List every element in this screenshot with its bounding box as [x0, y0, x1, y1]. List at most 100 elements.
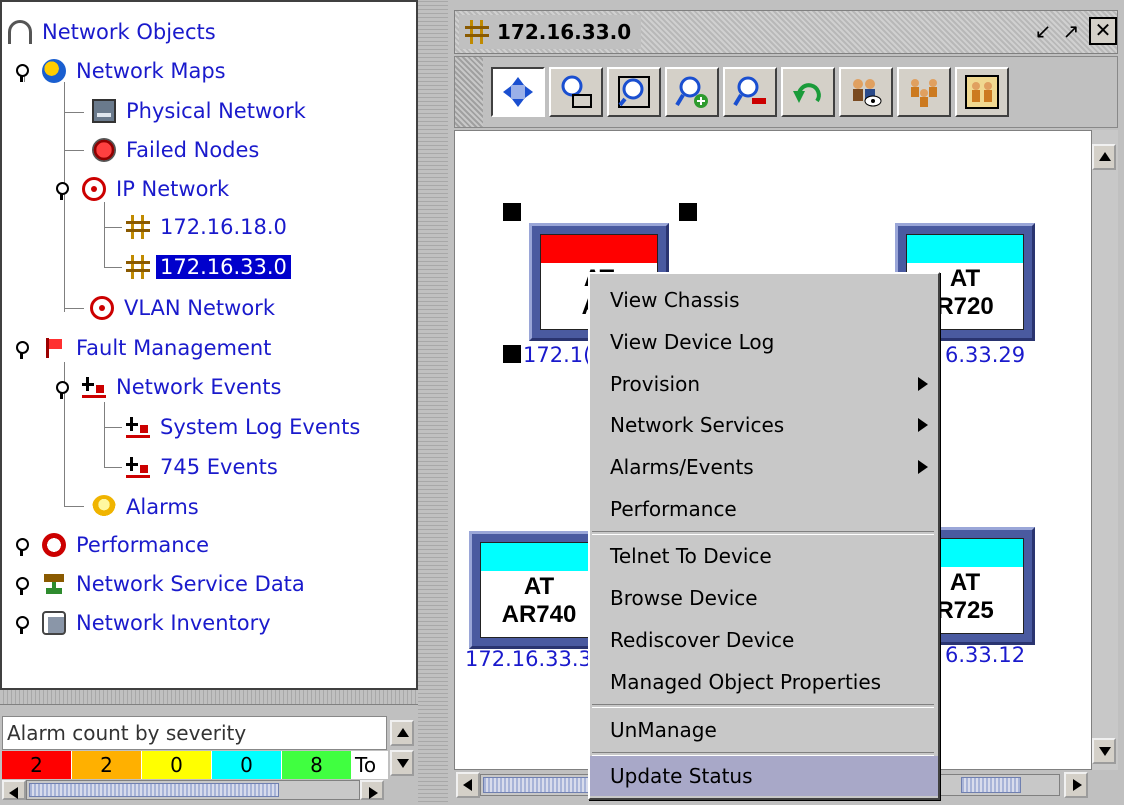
severity-minor-count: 0 [142, 751, 212, 779]
node-ip-label[interactable]: 6.33.29 [945, 343, 1025, 367]
flag-icon [42, 336, 66, 360]
tree-item-physical-network[interactable]: Physical Network [92, 94, 310, 128]
stopwatch-icon [42, 533, 66, 557]
minimize-icon[interactable]: ↙ [1029, 17, 1057, 45]
zoom-in-button[interactable] [665, 67, 719, 117]
scroll-up-button[interactable] [390, 720, 414, 746]
collapse-toggle-icon[interactable] [14, 339, 30, 359]
menu-item-label: Telnet To Device [610, 544, 772, 568]
view-users-button[interactable] [839, 67, 893, 117]
selection-handle[interactable] [503, 203, 521, 221]
scroll-left-button[interactable] [2, 780, 26, 800]
scroll-up-button[interactable] [1092, 144, 1116, 170]
tree-item-ip-network[interactable]: IP Network [82, 172, 233, 206]
tree-item-network-inventory[interactable]: Network Inventory [42, 606, 275, 640]
severity-clear-count: 8 [282, 751, 352, 779]
menu-item-label: Network Services [610, 413, 785, 437]
collapse-toggle-icon[interactable] [14, 62, 30, 82]
menu-item-alarms-events[interactable]: Alarms/Events [590, 447, 938, 487]
tree-item-network-maps[interactable]: Network Maps [42, 54, 230, 88]
menu-item-performance[interactable]: Performance [590, 489, 938, 529]
submenu-arrow-icon [918, 460, 928, 474]
group-button[interactable] [897, 67, 951, 117]
scroll-right-button[interactable] [1064, 772, 1088, 798]
tree-item-failed-nodes[interactable]: Failed Nodes [92, 133, 263, 167]
events-icon [126, 455, 150, 479]
network-service-icon [42, 572, 66, 596]
undo-icon [793, 83, 821, 103]
tree-item-745-events[interactable]: 745 Events [126, 450, 282, 484]
map-titlebar[interactable]: 172.16.33.0 ↙ ↗ ✕ [454, 10, 1118, 54]
node-ip-label[interactable]: 172.1( [523, 343, 591, 367]
move-button[interactable] [491, 67, 545, 117]
scroll-right-button[interactable] [360, 780, 384, 800]
split-pane-divider[interactable] [418, 0, 448, 805]
network-tree[interactable]: Network Objects Network Maps Physical Ne… [0, 0, 418, 690]
menu-item-view-chassis[interactable]: View Chassis [590, 280, 938, 320]
zoom-out-button[interactable] [723, 67, 777, 117]
tree-item-network-events[interactable]: Network Events [82, 370, 285, 404]
menu-item-managed-object-properties[interactable]: Managed Object Properties [590, 662, 938, 702]
scroll-down-button[interactable] [1092, 738, 1116, 764]
panel-splitter[interactable] [0, 690, 418, 705]
scroll-thumb[interactable] [483, 777, 593, 793]
scroll-left-button[interactable] [456, 772, 480, 798]
tree-item-label: Network Maps [76, 59, 226, 83]
undo-button[interactable] [781, 67, 835, 117]
tree-item-label: Network Events [116, 375, 282, 399]
menu-item-label: Alarms/Events [610, 455, 754, 479]
toolbar-grip[interactable] [455, 57, 483, 127]
selection-handle[interactable] [679, 203, 697, 221]
expand-toggle-icon[interactable] [14, 575, 30, 595]
view-users-icon [853, 79, 882, 107]
tree-item-subnet-172-16-33-0[interactable]: 172.16.33.0 [126, 250, 291, 284]
alarm-bulb-icon [92, 495, 116, 519]
zoom-fit-button[interactable] [549, 67, 603, 117]
title-group: 172.16.33.0 [459, 15, 642, 49]
submenu-arrow-icon [918, 418, 928, 432]
tree-item-fault-management[interactable]: Fault Management [42, 331, 275, 365]
subnet-icon [126, 255, 150, 279]
menu-item-unmanage[interactable]: UnManage [590, 710, 938, 750]
menu-item-update-status[interactable]: Update Status [590, 756, 938, 796]
menu-item-rediscover-device[interactable]: Rediscover Device [590, 620, 938, 660]
zoom-area-button[interactable] [607, 67, 661, 117]
close-icon[interactable]: ✕ [1089, 17, 1117, 45]
device-context-menu: View Chassis View Device Log Provision N… [588, 272, 940, 800]
node-ip-label[interactable]: 172.16.33.3 [465, 647, 592, 671]
alarm-count-panel: Alarm count by severity 2 2 0 0 8 To [2, 706, 416, 801]
collapse-toggle-icon[interactable] [54, 180, 70, 200]
menu-item-network-services[interactable]: Network Services [590, 405, 938, 445]
device-node-face: AT AR740 [480, 542, 598, 638]
menu-item-telnet-to-device[interactable]: Telnet To Device [590, 536, 938, 576]
selection-handle[interactable] [503, 345, 521, 363]
node-ip-label[interactable]: 6.33.12 [945, 643, 1025, 667]
tree-item-network-service-data[interactable]: Network Service Data [42, 567, 309, 601]
tree-item-subnet-172-16-18-0[interactable]: 172.16.18.0 [126, 210, 291, 244]
zoom-fit-icon [561, 75, 592, 108]
alarm-count-title: Alarm count by severity [2, 716, 387, 750]
menu-item-provision[interactable]: Provision [590, 364, 938, 404]
tree-item-vlan-network[interactable]: VLAN Network [90, 291, 279, 325]
menu-item-label: Performance [610, 497, 737, 521]
failed-node-icon [92, 138, 116, 162]
restore-icon[interactable]: ↗ [1057, 17, 1085, 45]
horizontal-scrollbar[interactable] [26, 780, 360, 800]
scroll-thumb[interactable] [29, 783, 279, 797]
collapse-toggle-icon[interactable] [54, 379, 70, 399]
group-select-button[interactable] [955, 67, 1009, 117]
tree-item-alarms[interactable]: Alarms [92, 490, 203, 524]
expand-toggle-icon[interactable] [14, 536, 30, 556]
vertical-scrollbar[interactable] [1092, 130, 1118, 770]
menu-separator [592, 704, 934, 708]
menu-item-view-device-log[interactable]: View Device Log [590, 322, 938, 362]
menu-item-browse-device[interactable]: Browse Device [590, 578, 938, 618]
tree-item-system-log-events[interactable]: System Log Events [126, 410, 364, 444]
tree-item-label: 745 Events [160, 455, 278, 479]
scroll-down-button[interactable] [390, 750, 414, 776]
menu-item-label: Update Status [610, 764, 753, 788]
tree-item-performance[interactable]: Performance [42, 528, 213, 562]
expand-toggle-icon[interactable] [14, 614, 30, 634]
tree-item-network-objects[interactable]: Network Objects [8, 15, 220, 49]
map-title: 172.16.33.0 [497, 20, 632, 44]
